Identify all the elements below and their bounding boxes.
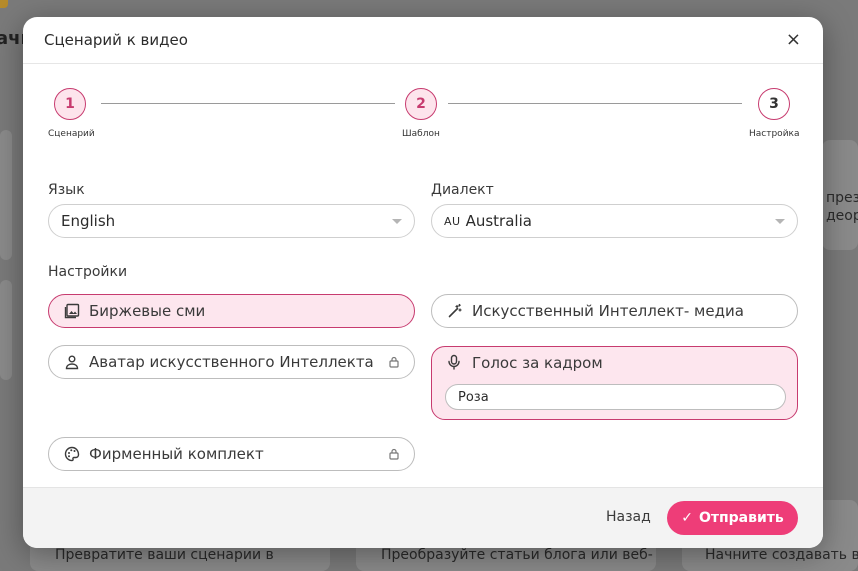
lock-icon bbox=[388, 448, 400, 460]
palette-icon bbox=[63, 445, 81, 463]
step-3-label: Настройка bbox=[749, 129, 800, 139]
modal-header: Сценарий к видео × bbox=[23, 17, 823, 64]
background-badge bbox=[0, 0, 8, 8]
background-card-left-2 bbox=[0, 280, 12, 380]
step-2-circle[interactable]: 2 bbox=[405, 88, 437, 120]
dialect-value: Australia bbox=[465, 212, 532, 230]
background-card-text: Превратите ваши сценарии в bbox=[55, 547, 274, 563]
voice-name-field[interactable]: Роза bbox=[445, 384, 786, 410]
lock-icon bbox=[388, 356, 400, 368]
background-card-text: Начните создавать вид bbox=[705, 547, 858, 563]
step-3-circle[interactable]: 3 bbox=[758, 88, 790, 120]
stepper: 1 2 3 Сценарий Шаблон Настройка bbox=[23, 88, 823, 148]
modal-title: Сценарий к видео bbox=[44, 31, 188, 49]
language-value: English bbox=[61, 212, 116, 230]
dialect-select[interactable]: AU Australia bbox=[431, 204, 798, 238]
magic-wand-icon bbox=[446, 302, 464, 320]
ai-media-option[interactable]: Искусственный Интеллект- медиа bbox=[431, 294, 798, 328]
script-modal: Сценарий к видео × 1 2 3 Сценарий Шаблон… bbox=[23, 17, 823, 548]
step-connector bbox=[101, 103, 395, 104]
step-2-label: Шаблон bbox=[402, 129, 440, 139]
voiceover-label: Голос за кадром bbox=[472, 354, 603, 372]
background-card-left bbox=[0, 130, 12, 260]
voiceover-option[interactable]: Голос за кадром Роза bbox=[431, 346, 798, 420]
ai-avatar-option[interactable]: Аватар искусственного Интеллекта bbox=[48, 345, 415, 379]
back-button[interactable]: Назад bbox=[606, 509, 651, 525]
chevron-down-icon bbox=[392, 218, 402, 224]
language-label: Язык bbox=[48, 182, 85, 198]
dialect-label: Диалект bbox=[431, 182, 494, 198]
flag-icon: AU bbox=[444, 214, 461, 228]
stock-media-label: Биржевые сми bbox=[89, 302, 206, 320]
check-icon: ✓ bbox=[681, 510, 693, 526]
person-icon bbox=[63, 353, 81, 371]
ai-avatar-label: Аватар искусственного Интеллекта bbox=[89, 353, 374, 371]
modal-footer: Назад ✓ Отправить bbox=[23, 487, 823, 548]
voiceover-header: Голос за кадром bbox=[446, 354, 603, 372]
background-text: деоро bbox=[826, 208, 858, 224]
microphone-icon bbox=[446, 354, 464, 372]
background-card-text: Преобразуйте статьи блога или веб- bbox=[381, 547, 653, 563]
background-text: презе bbox=[826, 190, 858, 206]
step-connector bbox=[448, 103, 742, 104]
step-1-circle[interactable]: 1 bbox=[54, 88, 86, 120]
brand-kit-label: Фирменный комплект bbox=[89, 445, 264, 463]
ai-media-label: Искусственный Интеллект- медиа bbox=[472, 302, 744, 320]
language-select[interactable]: English bbox=[48, 204, 415, 238]
image-gallery-icon bbox=[63, 302, 81, 320]
step-1-label: Сценарий bbox=[48, 129, 95, 139]
brand-kit-option[interactable]: Фирменный комплект bbox=[48, 437, 415, 471]
settings-label: Настройки bbox=[48, 264, 128, 280]
submit-label: Отправить bbox=[698, 510, 784, 526]
close-button[interactable]: × bbox=[786, 31, 801, 49]
voice-name-value: Роза bbox=[458, 389, 489, 405]
stock-media-option[interactable]: Биржевые сми bbox=[48, 294, 415, 328]
submit-button[interactable]: ✓ Отправить bbox=[667, 501, 798, 535]
chevron-down-icon bbox=[775, 218, 785, 224]
